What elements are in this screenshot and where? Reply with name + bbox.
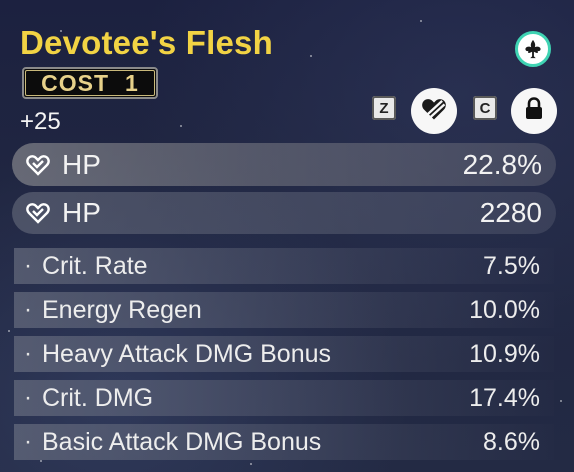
background-star [560,400,562,402]
lock-button[interactable] [511,88,557,134]
sub-stat-label: Crit. Rate [42,251,148,280]
sub-stat-value: 17.4% [469,383,540,412]
sub-stat-value: 7.5% [483,251,540,280]
cost-label: COST [41,69,110,96]
sub-stat-value: 10.9% [469,339,540,368]
bullet-icon: · [24,340,32,367]
main-stat-value: 2280 [479,197,542,228]
main-stat-row: HP 2280 [12,192,556,234]
cost-value: 1 [125,69,139,96]
background-star [310,55,312,57]
fleur-de-lis-icon [515,31,551,67]
sub-stat-row: · Heavy Attack DMG Bonus 10.9% [14,336,554,372]
background-star [40,460,42,462]
heart-slash-icon [420,95,448,128]
heart-hp-icon [26,201,50,225]
sub-stat-label: Basic Attack DMG Bonus [42,427,322,456]
background-star [180,125,182,127]
sub-stat-label: Energy Regen [42,295,202,324]
sub-stat-value: 8.6% [483,427,540,456]
hotkey-c: C [473,96,497,120]
sub-stat-label: Crit. DMG [42,383,154,412]
sub-stat-label: Heavy Attack DMG Bonus [42,339,332,368]
echo-name: Devotee's Flesh [20,24,273,61]
bullet-icon: · [24,428,32,455]
main-stat-label: HP [62,148,101,180]
discard-button[interactable] [411,88,457,134]
background-star [420,20,422,22]
heart-hp-icon [26,153,50,177]
cost-badge: COST 1 [22,67,158,99]
main-stat-value: 22.8% [462,148,542,180]
sub-stat-value: 10.0% [469,295,540,324]
lock-icon [522,96,546,127]
main-stat-row: HP 22.8% [12,143,556,186]
background-star [250,463,252,465]
bullet-icon: · [24,384,32,411]
echo-level: +25 [20,108,61,135]
background-star [8,330,10,332]
sub-stat-row: · Crit. Rate 7.5% [14,248,554,284]
sub-stat-row: · Basic Attack DMG Bonus 8.6% [14,424,554,460]
main-stat-label: HP [62,197,101,228]
bullet-icon: · [24,296,32,323]
bullet-icon: · [24,252,32,279]
sub-stat-row: · Energy Regen 10.0% [14,292,554,328]
hotkey-z: Z [372,96,396,120]
sub-stat-row: · Crit. DMG 17.4% [14,380,554,416]
